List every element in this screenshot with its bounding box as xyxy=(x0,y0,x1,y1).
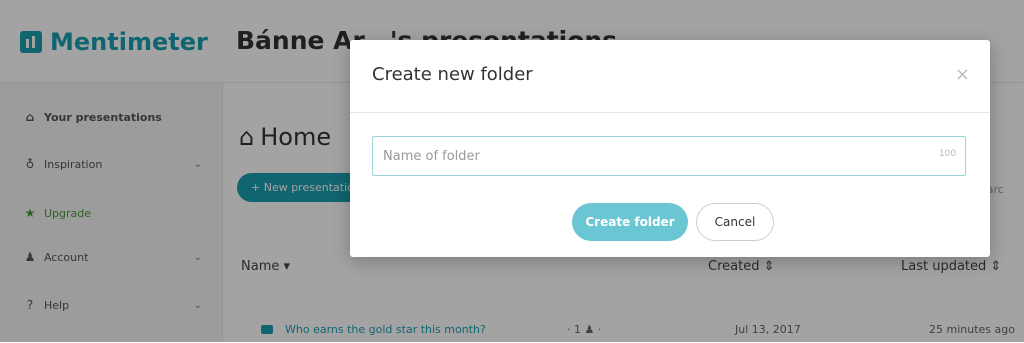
close-icon[interactable]: × xyxy=(955,64,970,85)
create-folder-dialog: Create new folder × 100 Create folder Ca… xyxy=(350,40,990,257)
dialog-title: Create new folder xyxy=(372,64,533,85)
cancel-button[interactable]: Cancel xyxy=(696,203,774,241)
dialog-header: Create new folder × xyxy=(350,40,990,113)
character-counter: 100 xyxy=(938,149,956,159)
folder-name-field: 100 xyxy=(372,136,966,176)
folder-name-input[interactable] xyxy=(372,136,966,176)
create-folder-button[interactable]: Create folder xyxy=(572,203,688,241)
